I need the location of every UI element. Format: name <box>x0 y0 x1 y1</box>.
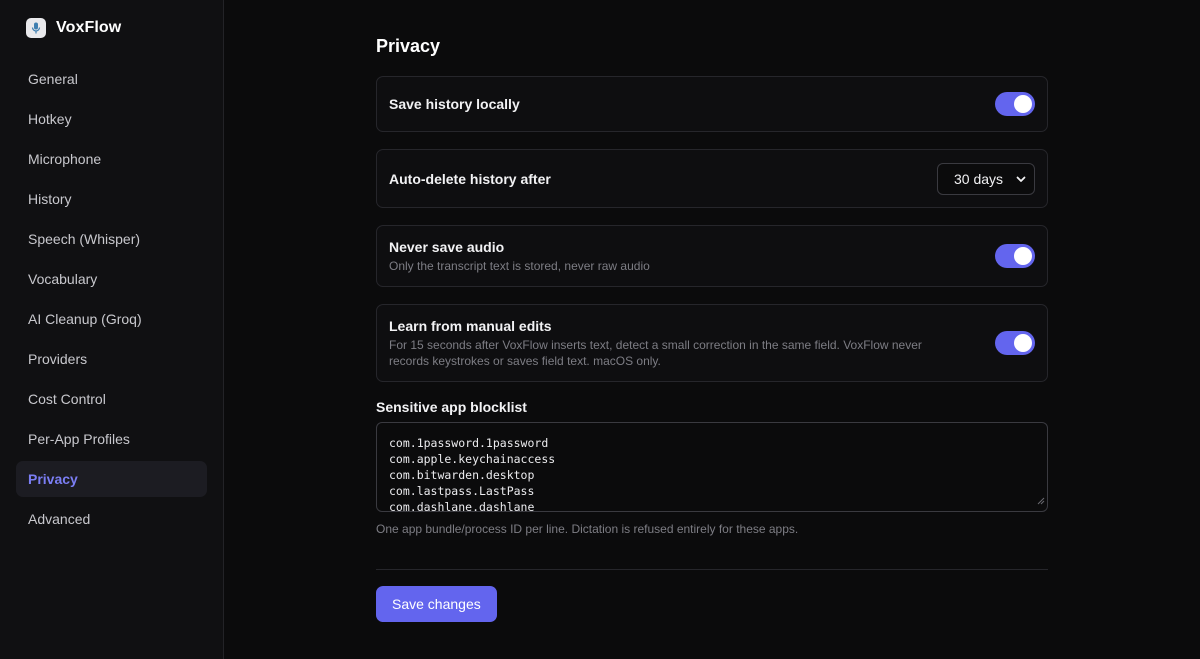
resize-grip-icon[interactable] <box>1037 493 1045 509</box>
auto-delete-select[interactable]: 30 days <box>937 162 1035 195</box>
sidebar-item-providers[interactable]: Providers <box>16 341 207 377</box>
blocklist-entry: com.1password.1password <box>389 436 549 450</box>
save-changes-button[interactable]: Save changes <box>376 586 497 622</box>
sidebar-item-hotkey[interactable]: Hotkey <box>16 101 207 137</box>
auto-delete-selected-value: 30 days <box>954 170 1004 187</box>
app-window: VoxFlow General Hotkey Microphone Histor… <box>0 0 1200 659</box>
sidebar: VoxFlow General Hotkey Microphone Histor… <box>0 0 224 659</box>
blocklist-entry: com.dashlane.dashlane <box>389 500 535 512</box>
blocklist-entry: com.lastpass.LastPass <box>389 484 535 498</box>
learn-edits-description: For 15 seconds after VoxFlow inserts tex… <box>389 337 922 369</box>
save-history-toggle[interactable] <box>995 92 1035 116</box>
chevron-down-icon <box>1016 171 1026 187</box>
blocklist-textarea[interactable]: com.1password.1password com.apple.keycha… <box>376 422 1048 512</box>
microphone-icon <box>26 18 46 38</box>
sidebar-item-cost-control[interactable]: Cost Control <box>16 381 207 417</box>
learn-edits-label: Learn from manual edits <box>389 317 552 334</box>
sidebar-item-vocabulary[interactable]: Vocabulary <box>16 261 207 297</box>
main-panel: Privacy Save history locally Auto-delete… <box>224 0 1200 659</box>
sidebar-item-general[interactable]: General <box>16 61 207 97</box>
learn-edits-toggle[interactable] <box>995 331 1035 355</box>
save-history-row: Save history locally <box>376 76 1048 132</box>
brand: VoxFlow <box>26 17 207 39</box>
brand-name: VoxFlow <box>56 19 122 36</box>
never-save-audio-row: Never save audio Only the transcript tex… <box>376 225 1048 287</box>
never-save-audio-toggle[interactable] <box>995 244 1035 268</box>
sidebar-item-per-app-profiles[interactable]: Per-App Profiles <box>16 421 207 457</box>
sidebar-item-advanced[interactable]: Advanced <box>16 501 207 537</box>
blocklist-hint: One app bundle/process ID per line. Dict… <box>376 522 799 536</box>
settings-content: Privacy Save history locally Auto-delete… <box>376 36 1048 622</box>
never-save-audio-description: Only the transcript text is stored, neve… <box>389 258 650 273</box>
auto-delete-label: Auto-delete history after <box>389 170 551 187</box>
toggle-knob <box>1014 95 1032 113</box>
learn-edits-row: Learn from manual edits For 15 seconds a… <box>376 304 1048 382</box>
learn-edits-description-line-2: records keystrokes or saves field text. … <box>389 353 661 368</box>
sidebar-item-speech[interactable]: Speech (Whisper) <box>16 221 207 257</box>
divider <box>376 569 1048 570</box>
save-history-label: Save history locally <box>389 96 520 112</box>
never-save-audio-text: Never save audio Only the transcript tex… <box>389 239 650 274</box>
toggle-knob <box>1014 334 1032 352</box>
never-save-audio-label: Never save audio <box>389 238 505 255</box>
sidebar-item-microphone[interactable]: Microphone <box>16 141 207 177</box>
blocklist-label: Sensitive app blocklist <box>376 399 527 415</box>
learn-edits-text: Learn from manual edits For 15 seconds a… <box>389 318 922 369</box>
blocklist-entry: com.apple.keychainaccess <box>389 452 556 466</box>
toggle-knob <box>1014 247 1032 265</box>
learn-edits-description-line-1: For 15 seconds after VoxFlow inserts tex… <box>389 337 922 352</box>
sidebar-item-ai-cleanup[interactable]: AI Cleanup (Groq) <box>16 301 207 337</box>
sidebar-item-history[interactable]: History <box>16 181 207 217</box>
page-title: Privacy <box>376 36 441 56</box>
sidebar-item-privacy[interactable]: Privacy <box>16 461 207 497</box>
auto-delete-row: Auto-delete history after 30 days <box>376 149 1048 208</box>
sidebar-nav: General Hotkey Microphone History Speech… <box>16 61 207 537</box>
blocklist-entry: com.bitwarden.desktop <box>389 468 535 482</box>
